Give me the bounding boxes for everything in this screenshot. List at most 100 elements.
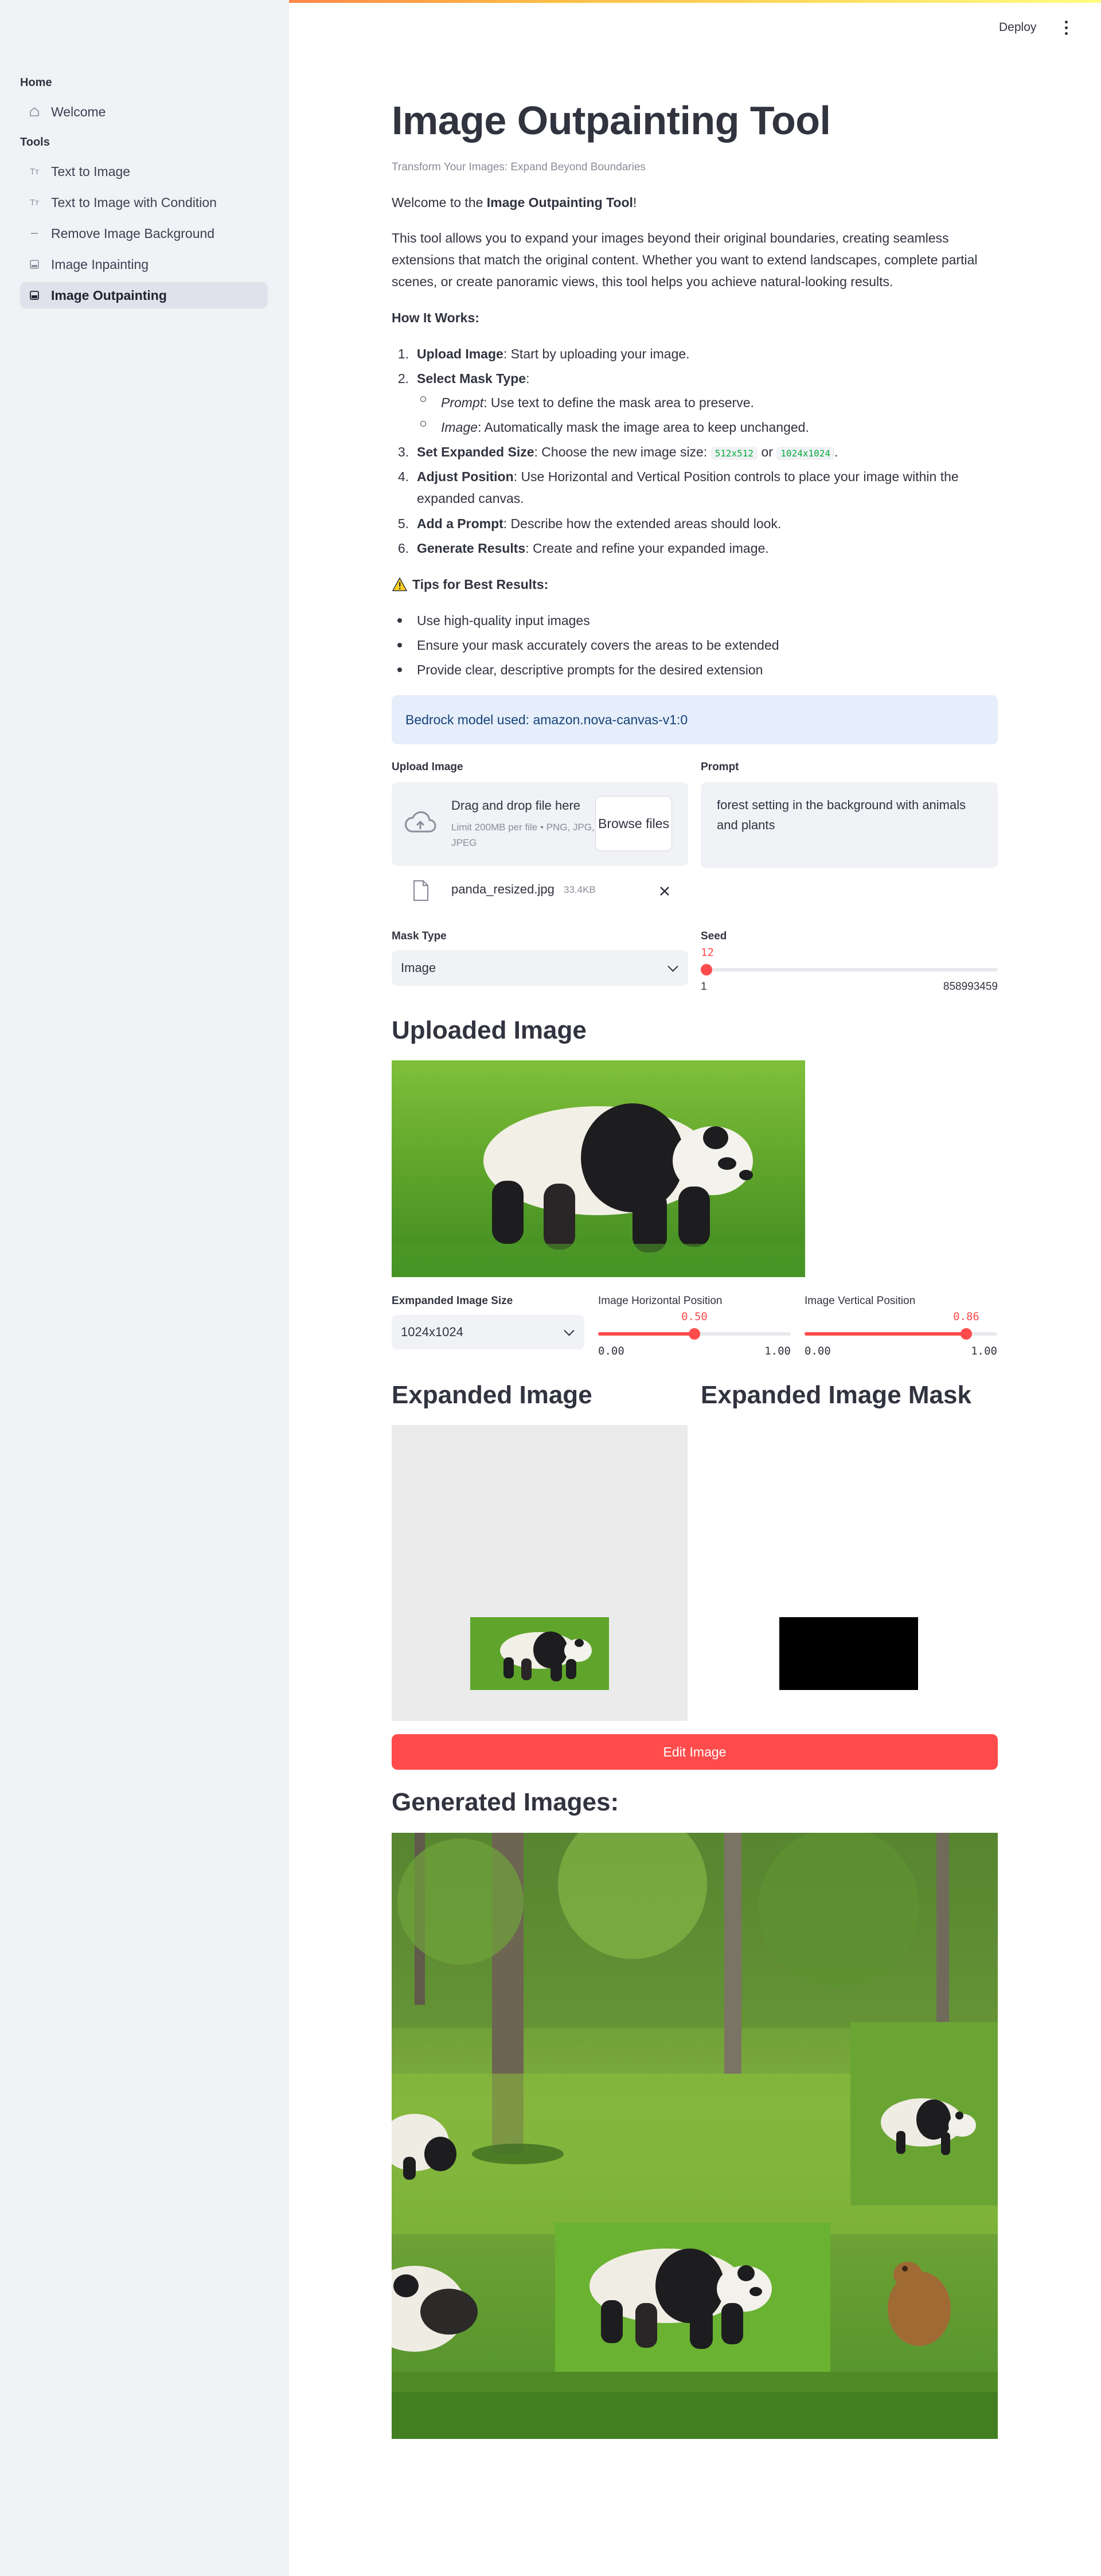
tip-item: Ensure your mask accurately covers the a… bbox=[417, 638, 779, 653]
intro-paragraph: This tool allows you to expand your imag… bbox=[392, 231, 978, 289]
edit-image-button[interactable]: Edit Image bbox=[392, 1734, 998, 1770]
tip-bullet bbox=[397, 618, 402, 623]
chevron-down-icon bbox=[564, 1325, 575, 1336]
mask-type-value: Image bbox=[401, 961, 436, 975]
horizontal-position-value: 0.50 bbox=[681, 1310, 708, 1323]
mask-region bbox=[779, 1617, 918, 1690]
step-6: 6. Generate Results: Create and refine y… bbox=[397, 541, 769, 556]
expanded-size-label: Exmpanded Image Size bbox=[392, 1295, 513, 1307]
drop-text: Drag and drop file here bbox=[451, 798, 581, 813]
sidebar-item-image-outpainting[interactable]: Image Outpainting bbox=[20, 282, 268, 309]
sidebar-item-welcome[interactable]: Welcome bbox=[20, 99, 268, 125]
step-1: 1. Upload Image: Start by uploading your… bbox=[397, 346, 690, 361]
horizontal-position-label: Image Horizontal Position bbox=[598, 1295, 723, 1307]
vertical-track[interactable] bbox=[805, 1328, 997, 1340]
vertical-position-label: Image Vertical Position bbox=[805, 1295, 916, 1307]
substep-bullet bbox=[420, 396, 426, 402]
expanded-size-select[interactable]: 1024x1024 bbox=[392, 1315, 584, 1349]
sidebar-item-label: Text to Image bbox=[51, 163, 131, 179]
step-2: 2. Select Mask Type: bbox=[397, 371, 530, 386]
close-icon[interactable] bbox=[659, 885, 670, 897]
vertical-thumb[interactable] bbox=[961, 1328, 972, 1340]
generated-image bbox=[363, 1810, 998, 2439]
dash-icon bbox=[28, 227, 41, 240]
expanded-size-value: 1024x1024 bbox=[401, 1325, 463, 1339]
browse-files-button[interactable]: Browse files bbox=[595, 796, 672, 851]
uploaded-file-row: panda_resized.jpg 33.4KB bbox=[392, 876, 688, 906]
warning-icon bbox=[392, 577, 408, 591]
prompt-label: Prompt bbox=[701, 761, 739, 773]
cloud-upload-icon bbox=[405, 811, 436, 833]
file-dropzone[interactable]: Drag and drop file here Limit 200MB per … bbox=[392, 782, 688, 866]
sidebar-item-text-to-image-condition[interactable]: Tт Text to Image with Condition bbox=[20, 189, 268, 216]
horizontal-min: 0.00 bbox=[598, 1345, 624, 1357]
sidebar-item-label: Remove Image Background bbox=[51, 225, 215, 241]
code-size-large: 1024x1024 bbox=[776, 447, 834, 460]
upload-label: Upload Image bbox=[392, 761, 463, 773]
tip-bullet bbox=[397, 643, 402, 647]
sidebar-item-label: Text to Image with Condition bbox=[51, 194, 217, 210]
seed-track[interactable] bbox=[701, 964, 998, 975]
home-icon bbox=[28, 106, 41, 118]
vertical-position-slider[interactable]: 0.86 0.00 1.00 bbox=[805, 1310, 997, 1357]
text-tt-icon: Tт bbox=[29, 166, 40, 177]
horizontal-max: 1.00 bbox=[764, 1345, 791, 1357]
sidebar-item-remove-background[interactable]: Remove Image Background bbox=[20, 220, 268, 247]
expanded-image-preview bbox=[392, 1425, 688, 1721]
substep-bullet bbox=[420, 421, 426, 427]
main-menu-icon[interactable] bbox=[1063, 21, 1069, 38]
seed-label: Seed bbox=[701, 930, 727, 942]
sidebar-item-text-to-image[interactable]: Tт Text to Image bbox=[20, 158, 268, 185]
tip-item: Use high-quality input images bbox=[417, 613, 590, 628]
vertical-max: 1.00 bbox=[971, 1345, 997, 1357]
expanded-mask-heading: Expanded Image Mask bbox=[701, 1381, 971, 1409]
step-3: 3. Set Expanded Size: Choose the new ima… bbox=[397, 444, 838, 460]
deploy-button[interactable]: Deploy bbox=[999, 21, 1036, 34]
file-icon bbox=[413, 880, 429, 901]
generated-images-heading: Generated Images: bbox=[392, 1788, 619, 1816]
nav-section-home: Home bbox=[20, 76, 52, 89]
sidebar-item-label: Image Inpainting bbox=[51, 256, 149, 272]
image-frame-icon bbox=[28, 289, 41, 302]
vertical-position-value: 0.86 bbox=[953, 1310, 979, 1323]
substep-prompt: Prompt: Use text to define the mask area… bbox=[441, 395, 754, 410]
step-4: 4. Adjust Position: Use Horizontal and V… bbox=[397, 469, 959, 484]
sidebar-item-label: Welcome bbox=[51, 104, 106, 119]
seed-slider[interactable]: 12 1 858993459 bbox=[701, 946, 998, 993]
horizontal-thumb[interactable] bbox=[689, 1328, 700, 1340]
expanded-mask-preview bbox=[701, 1425, 997, 1721]
tip-item: Provide clear, descriptive prompts for t… bbox=[417, 662, 763, 677]
file-size: 33.4KB bbox=[564, 884, 596, 895]
seed-thumb[interactable] bbox=[701, 964, 712, 975]
expanded-panda-thumbnail bbox=[470, 1617, 609, 1690]
nav-section-tools: Tools bbox=[20, 136, 50, 149]
welcome-text: Welcome to the Image Outpainting Tool! bbox=[392, 195, 637, 210]
file-name: panda_resized.jpg bbox=[451, 882, 555, 896]
seed-value: 12 bbox=[701, 946, 714, 959]
chevron-down-icon bbox=[667, 961, 678, 972]
how-it-works-heading: How It Works: bbox=[392, 310, 479, 325]
vertical-min: 0.00 bbox=[805, 1345, 831, 1357]
upload-limit-text: Limit 200MB per file • PNG, JPG, JPEG bbox=[451, 822, 595, 848]
step-4-continued: expanded canvas. bbox=[417, 491, 524, 506]
sidebar: Home Welcome Tools Tт Text to Image Tт T… bbox=[0, 0, 289, 2576]
mask-type-label: Mask Type bbox=[392, 930, 447, 942]
image-frame-icon bbox=[28, 258, 41, 271]
expanded-image-heading: Expanded Image bbox=[392, 1381, 592, 1409]
seed-max: 858993459 bbox=[943, 981, 998, 993]
model-info-alert: Bedrock model used: amazon.nova-canvas-v… bbox=[392, 695, 998, 744]
substep-image: Image: Automatically mask the image area… bbox=[441, 420, 809, 435]
seed-min: 1 bbox=[701, 981, 707, 993]
tips-heading: Tips for Best Results: bbox=[392, 573, 548, 595]
code-size-small: 512x512 bbox=[710, 447, 758, 460]
horizontal-track[interactable] bbox=[598, 1328, 791, 1340]
page-title: Image Outpainting Tool bbox=[392, 98, 831, 143]
text-tt-icon: Tт bbox=[29, 197, 40, 208]
prompt-textarea[interactable]: forest setting in the background with an… bbox=[701, 782, 998, 868]
sidebar-item-label: Image Outpainting bbox=[51, 287, 167, 303]
sidebar-item-image-inpainting[interactable]: Image Inpainting bbox=[20, 251, 268, 278]
mask-type-select[interactable]: Image bbox=[392, 950, 688, 986]
page-caption: Transform Your Images: Expand Beyond Bou… bbox=[392, 161, 646, 173]
horizontal-position-slider[interactable]: 0.50 0.00 1.00 bbox=[598, 1310, 791, 1357]
tip-bullet bbox=[397, 668, 402, 672]
